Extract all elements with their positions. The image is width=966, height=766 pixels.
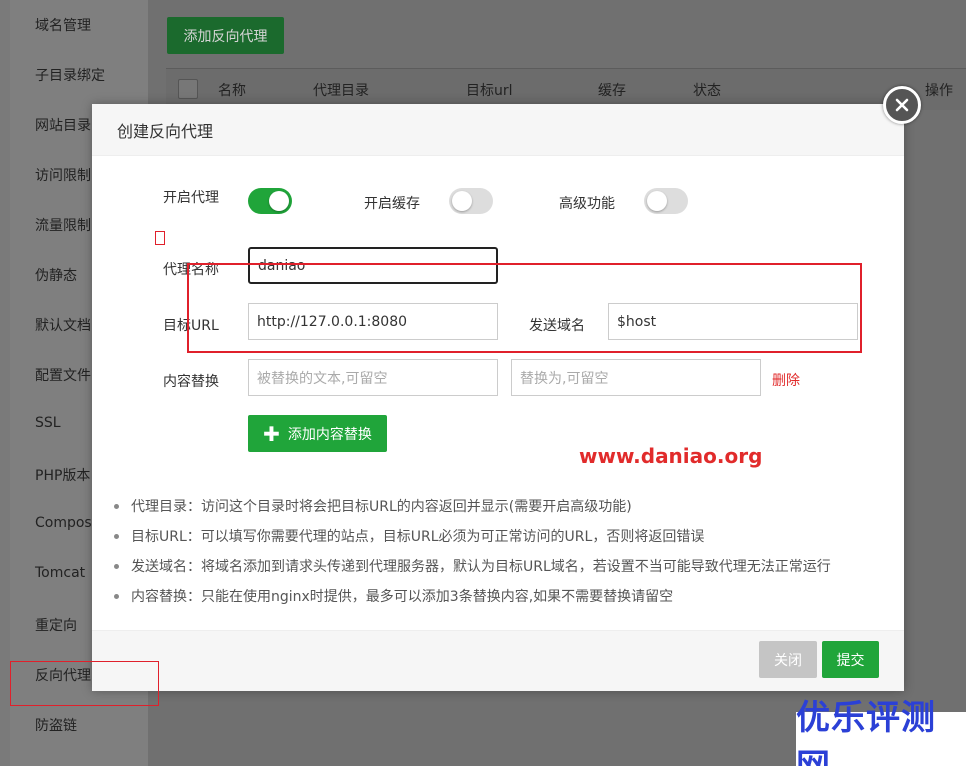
column-cache: 缓存 [598,83,626,99]
enable-cache-label: 开启缓存 [364,196,420,212]
dialog-header: 创建反向代理 [92,104,904,156]
close-dialog-button[interactable] [883,86,921,124]
enable-proxy-toggle[interactable] [248,188,292,214]
add-content-replace-button[interactable]: ✚ 添加内容替换 [248,415,387,452]
select-all-checkbox[interactable] [178,79,198,99]
sidebar-item-hotlink[interactable]: 防盗链 [35,715,77,735]
replace-to-input[interactable]: 替换为,可留空 [511,359,761,396]
delete-replace-link[interactable]: 删除 [772,370,800,390]
watermark-url: www.daniao.org [579,444,763,468]
sidebar-item-traffic[interactable]: 流量限制 [35,215,91,235]
plus-icon: ✚ [263,421,280,446]
submit-button[interactable]: 提交 [822,641,879,678]
help-notes: 代理目录：访问这个目录时将会把目标URL的内容返回并显示(需要开启高级功能) 目… [114,496,831,616]
advanced-toggle[interactable] [644,188,688,214]
sidebar-item-access[interactable]: 访问限制 [35,165,91,185]
sidebar-item-php[interactable]: PHP版本 [35,465,90,485]
note-item: 代理目录：访问这个目录时将会把目标URL的内容返回并显示(需要开启高级功能) [114,496,831,526]
dialog-title: 创建反向代理 [117,121,214,141]
sidebar-item-config[interactable]: 配置文件 [35,365,91,385]
sidebar-item-default-doc[interactable]: 默认文档 [35,315,91,335]
sidebar-item-redirect[interactable]: 重定向 [35,615,77,635]
column-status: 状态 [693,83,721,99]
sidebar-item-domain[interactable]: 域名管理 [35,15,91,35]
column-actions: 操作 [925,83,953,99]
replace-from-input[interactable]: 被替换的文本,可留空 [248,359,498,396]
sidebar-item-ssl[interactable]: SSL [35,415,61,431]
annotation-highlight-box [187,263,862,353]
close-button[interactable]: 关闭 [759,641,817,678]
create-reverse-proxy-dialog: 创建反向代理 开启代理 开启缓存 高级功能 代理名称 daniao 目标URL … [92,104,904,691]
column-target-url: 目标url [466,83,513,99]
add-content-replace-label: 添加内容替换 [287,426,372,443]
add-reverse-proxy-button[interactable]: 添加反向代理 [167,17,284,54]
note-item: 目标URL：可以填写你需要代理的站点，目标URL必须为可正常访问的URL，否则将… [114,526,831,556]
content-replace-label: 内容替换 [163,374,219,390]
advanced-label: 高级功能 [559,196,615,212]
annotation-sidebar-box [10,661,159,706]
sidebar-item-composer[interactable]: Compos [35,515,92,531]
sidebar-item-sitedir[interactable]: 网站目录 [35,115,91,135]
close-icon [895,98,909,112]
enable-cache-toggle[interactable] [449,188,493,214]
enable-proxy-label: 开启代理 [163,190,219,206]
sidebar-item-subdir[interactable]: 子目录绑定 [35,65,105,85]
column-proxy-dir: 代理目录 [313,83,369,99]
sidebar-item-tomcat[interactable]: Tomcat [35,565,85,581]
note-item: 发送域名：将域名添加到请求头传递到代理服务器，默认为目标URL域名，若设置不当可… [114,556,831,586]
note-item: 内容替换：只能在使用nginx时提供，最多可以添加3条替换内容,如果不需要替换请… [114,586,831,616]
watermark-logo: 优乐评测网 [796,698,966,766]
column-name: 名称 [218,83,246,99]
sidebar-item-rewrite[interactable]: 伪静态 [35,265,77,285]
dialog-footer: 关闭 提交 [92,630,904,691]
annotation-marker [155,231,165,245]
